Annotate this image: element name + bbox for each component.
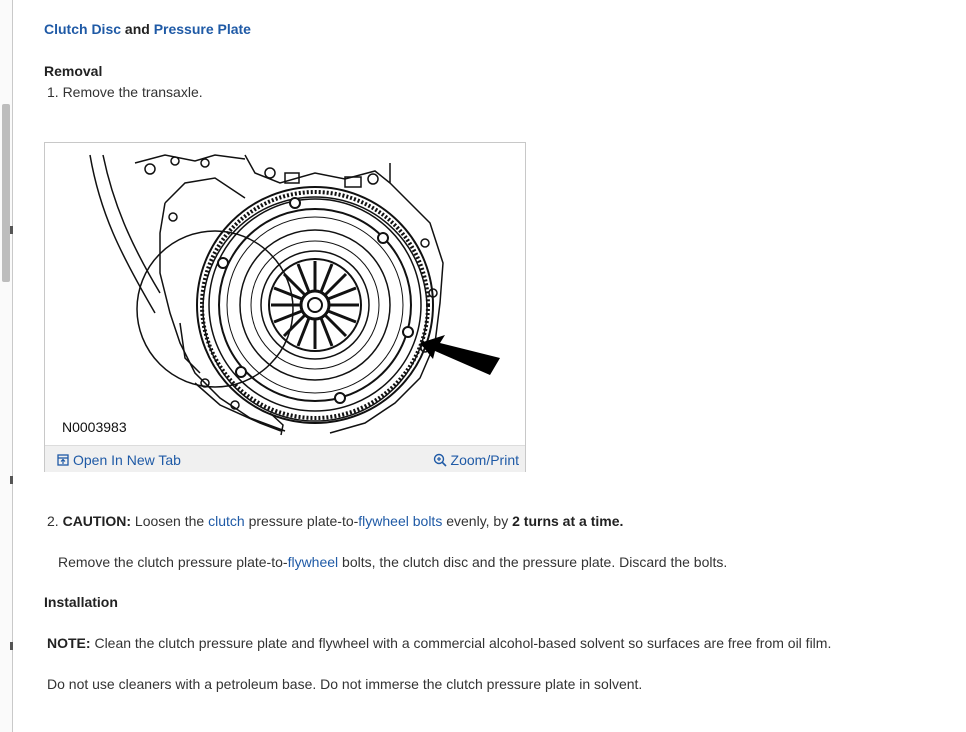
clutch-disc-link[interactable]: Clutch Disc [44,21,121,37]
note-text: Clean the clutch pressure plate and flyw… [94,635,832,651]
installation-note-2: Do not use cleaners with a petroleum bas… [47,676,643,692]
title-joiner: and [124,21,150,37]
page-title: Clutch Disc and Pressure Plate [44,21,251,37]
note-label: NOTE: [47,635,91,651]
figure-code: N0003983 [62,419,127,435]
pressure-plate-link[interactable]: Pressure Plate [154,21,251,37]
left-scroll-rail[interactable] [0,0,13,732]
zoom-print-label: Zoom/Print [450,452,519,468]
flywheel-bolts-link[interactable]: flywheel bolts [358,513,442,529]
rail-marker [10,642,13,650]
turns-emphasis: 2 turns at a time. [512,513,624,529]
scrollbar-thumb[interactable] [2,104,10,282]
step-2-detail-text-a: Remove the clutch pressure plate-to- [58,554,288,570]
removal-heading: Removal [44,63,103,79]
removal-step-2-detail: Remove the clutch pressure plate-to-flyw… [58,554,727,570]
illustration-figure: N0003983 Open In New Tab Zoom/Print [44,142,526,472]
step-2-text-a: Loosen the [134,513,205,529]
clutch-link[interactable]: clutch [208,513,245,529]
figure-toolbar: Open In New Tab Zoom/Print [45,445,525,472]
clutch-illustration [89,154,500,436]
open-new-tab-icon [57,454,69,466]
rail-marker [10,226,13,234]
installation-heading: Installation [44,594,118,610]
installation-note: NOTE: Clean the clutch pressure plate an… [47,635,831,651]
zoom-print-link[interactable]: Zoom/Print [433,452,519,468]
caution-label: CAUTION: [62,513,132,529]
zoom-in-icon [433,453,447,467]
flywheel-link[interactable]: flywheel [288,554,339,570]
step-2-detail-text-b: bolts, the clutch disc and the pressure … [342,554,728,570]
open-new-tab-label: Open In New Tab [73,452,181,468]
step-2-text-b: pressure plate-to- [248,513,359,529]
rail-marker [10,476,13,484]
step-2-number: 2. [47,513,59,529]
open-new-tab-link[interactable]: Open In New Tab [57,452,181,468]
removal-step-2: 2. CAUTION: Loosen the clutch pressure p… [47,513,623,529]
removal-step-1: 1. Remove the transaxle. [47,84,203,100]
step-2-text-c: evenly, by [446,513,509,529]
